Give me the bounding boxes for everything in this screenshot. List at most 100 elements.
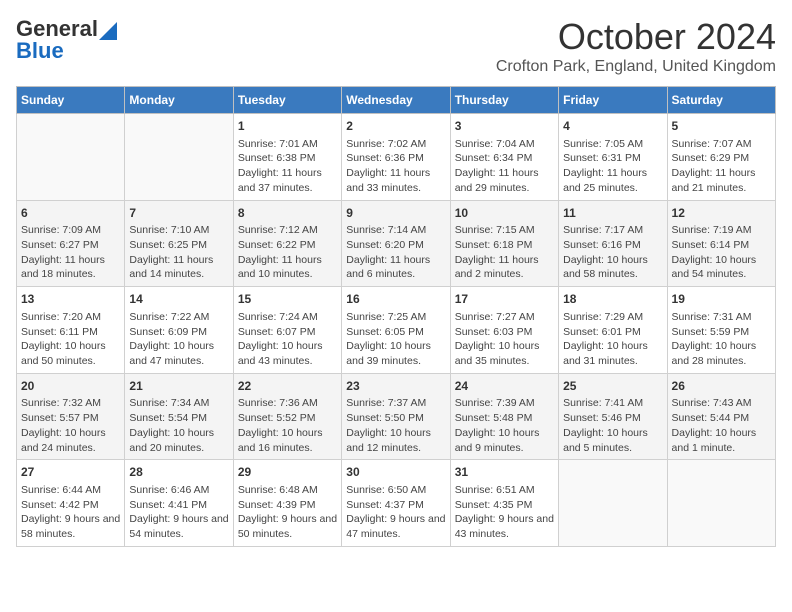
weekday-header-saturday: Saturday xyxy=(667,87,775,114)
day-info: Daylight: 9 hours and 58 minutes. xyxy=(21,512,120,541)
day-number: 14 xyxy=(129,291,228,308)
day-info: Sunrise: 7:27 AM xyxy=(455,310,554,325)
day-info: Daylight: 11 hours and 29 minutes. xyxy=(455,166,554,195)
day-info: Daylight: 9 hours and 54 minutes. xyxy=(129,512,228,541)
calendar-day-cell: 31Sunrise: 6:51 AMSunset: 4:35 PMDayligh… xyxy=(450,460,558,547)
day-info: Sunrise: 7:19 AM xyxy=(672,223,771,238)
day-number: 31 xyxy=(455,464,554,481)
calendar-day-cell: 29Sunrise: 6:48 AMSunset: 4:39 PMDayligh… xyxy=(233,460,341,547)
day-info: Sunset: 6:20 PM xyxy=(346,238,445,253)
title-area: October 2024 Crofton Park, England, Unit… xyxy=(496,16,776,76)
day-info: Sunset: 6:36 PM xyxy=(346,151,445,166)
day-info: Sunset: 5:54 PM xyxy=(129,411,228,426)
day-info: Daylight: 9 hours and 43 minutes. xyxy=(455,512,554,541)
day-info: Sunset: 4:41 PM xyxy=(129,498,228,513)
day-info: Daylight: 11 hours and 25 minutes. xyxy=(563,166,662,195)
day-info: Sunset: 6:01 PM xyxy=(563,325,662,340)
weekday-header-friday: Friday xyxy=(559,87,667,114)
day-info: Sunset: 4:35 PM xyxy=(455,498,554,513)
calendar-day-cell: 1Sunrise: 7:01 AMSunset: 6:38 PMDaylight… xyxy=(233,114,341,201)
calendar-day-cell: 14Sunrise: 7:22 AMSunset: 6:09 PMDayligh… xyxy=(125,287,233,374)
calendar-week-row: 1 Sunrise: 7:01 AMSunset: 6:38 PM Daylight… xyxy=(17,114,776,201)
day-info: Sunrise: 7:39 AM xyxy=(455,396,554,411)
day-info: Sunset: 6:05 PM xyxy=(346,325,445,340)
calendar-day-cell: 12Sunrise: 7:19 AMSunset: 6:14 PMDayligh… xyxy=(667,200,775,287)
day-info: Sunrise: 6:44 AM xyxy=(21,483,120,498)
day-info: Sunrise: 7:14 AM xyxy=(346,223,445,238)
day-info: Sunrise: 7:43 AM xyxy=(672,396,771,411)
logo-triangle-icon xyxy=(99,22,117,40)
calendar-day-cell: 27 Sunrise: 6:44 AMSunset: 4:42 PMDayligh… xyxy=(17,460,125,547)
day-number: 9 xyxy=(346,205,445,222)
day-info: Daylight: 11 hours and 6 minutes. xyxy=(346,253,445,282)
calendar-day-cell: 5Sunrise: 7:07 AMSunset: 6:29 PMDaylight… xyxy=(667,114,775,201)
calendar-day-cell: 21Sunrise: 7:34 AMSunset: 5:54 PMDayligh… xyxy=(125,373,233,460)
calendar-week-row: 20Sunrise: 7:32 AMSunset: 5:57 PMDayligh… xyxy=(17,373,776,460)
day-info: Daylight: 9 hours and 50 minutes. xyxy=(238,512,337,541)
day-info: Sunrise: 7:01 AM xyxy=(238,137,337,152)
day-info: Sunset: 6:25 PM xyxy=(129,238,228,253)
day-info: Daylight: 10 hours and 43 minutes. xyxy=(238,339,337,368)
day-info: Sunrise: 7:07 AM xyxy=(672,137,771,152)
day-number: 27 xyxy=(21,464,120,481)
day-number: 2 xyxy=(346,118,445,135)
day-info: Daylight: 10 hours and 1 minute. xyxy=(672,426,771,455)
day-info: Sunrise: 7:37 AM xyxy=(346,396,445,411)
day-number: 19 xyxy=(672,291,771,308)
weekday-header-monday: Monday xyxy=(125,87,233,114)
calendar-day-cell: 13Sunrise: 7:20 AMSunset: 6:11 PMDayligh… xyxy=(17,287,125,374)
day-number: 28 xyxy=(129,464,228,481)
calendar-week-row: 13Sunrise: 7:20 AMSunset: 6:11 PMDayligh… xyxy=(17,287,776,374)
day-info: Daylight: 11 hours and 18 minutes. xyxy=(21,253,120,282)
page-header: General Blue October 2024 Crofton Park, … xyxy=(16,16,776,76)
day-number: 23 xyxy=(346,378,445,395)
calendar-day-cell: 25Sunrise: 7:41 AMSunset: 5:46 PMDayligh… xyxy=(559,373,667,460)
day-info: Sunset: 5:44 PM xyxy=(672,411,771,426)
day-number: 20 xyxy=(21,378,120,395)
day-info: Daylight: 10 hours and 54 minutes. xyxy=(672,253,771,282)
day-info: Sunrise: 7:24 AM xyxy=(238,310,337,325)
day-number: 6 xyxy=(21,205,120,222)
day-info: Sunset: 4:39 PM xyxy=(238,498,337,513)
day-info: Sunrise: 7:05 AM xyxy=(563,137,662,152)
calendar-table: SundayMondayTuesdayWednesdayThursdayFrid… xyxy=(16,86,776,547)
day-info: Daylight: 11 hours and 33 minutes. xyxy=(346,166,445,195)
day-info: Sunset: 6:38 PM xyxy=(238,151,337,166)
day-info: Sunset: 5:59 PM xyxy=(672,325,771,340)
day-info: Sunrise: 7:36 AM xyxy=(238,396,337,411)
calendar-day-cell: 7Sunrise: 7:10 AMSunset: 6:25 PMDaylight… xyxy=(125,200,233,287)
day-number: 18 xyxy=(563,291,662,308)
calendar-day-cell: 6Sunrise: 7:09 AMSunset: 6:27 PMDaylight… xyxy=(17,200,125,287)
day-number: 26 xyxy=(672,378,771,395)
day-info: Sunset: 6:18 PM xyxy=(455,238,554,253)
location-subtitle: Crofton Park, England, United Kingdom xyxy=(496,58,776,76)
day-number: 22 xyxy=(238,378,337,395)
calendar-day-cell xyxy=(559,460,667,547)
day-info: Sunrise: 7:31 AM xyxy=(672,310,771,325)
day-info: Daylight: 9 hours and 47 minutes. xyxy=(346,512,445,541)
calendar-day-cell: 20Sunrise: 7:32 AMSunset: 5:57 PMDayligh… xyxy=(17,373,125,460)
day-info: Sunset: 6:16 PM xyxy=(563,238,662,253)
day-number: 15 xyxy=(238,291,337,308)
calendar-week-row: 27Sunrise: 6:44 AMSunset: 4:42 PMDayligh… xyxy=(17,460,776,547)
day-number: 17 xyxy=(455,291,554,308)
day-info: Sunrise: 6:50 AM xyxy=(346,483,445,498)
day-info: Daylight: 11 hours and 10 minutes. xyxy=(238,253,337,282)
day-info: Daylight: 10 hours and 47 minutes. xyxy=(129,339,228,368)
day-number: 1 xyxy=(238,118,337,135)
calendar-week-row: 6Sunrise: 7:09 AMSunset: 6:27 PMDaylight… xyxy=(17,200,776,287)
day-number: 12 xyxy=(672,205,771,222)
day-info: Sunset: 5:48 PM xyxy=(455,411,554,426)
day-info: Sunset: 4:42 PM xyxy=(21,498,120,513)
day-info: Daylight: 10 hours and 5 minutes. xyxy=(563,426,662,455)
calendar-day-cell: 15 Sunrise: 7:24 AMSunset: 6:07 PMDayligh… xyxy=(233,287,341,374)
day-info: Sunset: 5:50 PM xyxy=(346,411,445,426)
day-info: Sunrise: 7:09 AM xyxy=(21,223,120,238)
day-info: Sunrise: 6:48 AM xyxy=(238,483,337,498)
calendar-day-cell: 16Sunrise: 7:25 AMSunset: 6:05 PMDayligh… xyxy=(342,287,450,374)
day-info: Sunset: 4:37 PM xyxy=(346,498,445,513)
day-info: Sunset: 6:07 PM xyxy=(238,325,337,340)
calendar-day-cell: 4Sunrise: 7:05 AMSunset: 6:31 PMDaylight… xyxy=(559,114,667,201)
day-info: Daylight: 10 hours and 24 minutes. xyxy=(21,426,120,455)
day-info: Sunset: 6:22 PM xyxy=(238,238,337,253)
